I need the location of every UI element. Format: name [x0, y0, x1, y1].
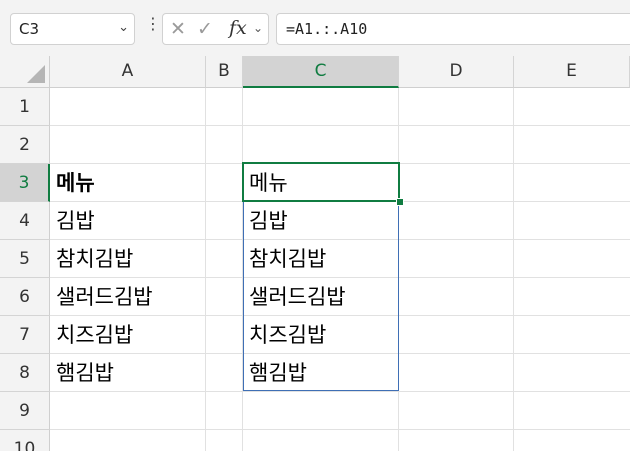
- spreadsheet-grid: A B C D E 1 2 3 4 5 6 7 8 9 10 메뉴 김밥 참치김…: [0, 56, 630, 451]
- chevron-down-icon[interactable]: ⌄: [118, 20, 129, 35]
- row-header-8[interactable]: 8: [0, 354, 50, 392]
- column-header-b[interactable]: B: [206, 56, 243, 88]
- fill-handle[interactable]: [396, 198, 404, 206]
- cell-a6[interactable]: 샐러드김밥: [56, 278, 153, 316]
- cancel-icon[interactable]: ✕: [170, 18, 186, 40]
- row-header-4[interactable]: 4: [0, 202, 50, 240]
- cell-a3[interactable]: 메뉴: [56, 164, 95, 202]
- row-header-7[interactable]: 7: [0, 316, 50, 354]
- gridline-row: [50, 125, 630, 126]
- row-header-3[interactable]: 3: [0, 164, 50, 202]
- gridline-column: [205, 88, 206, 451]
- column-header-d[interactable]: D: [399, 56, 514, 88]
- cell-a8[interactable]: 햄김밥: [56, 354, 114, 392]
- select-all-button[interactable]: [0, 56, 50, 88]
- chevron-down-icon[interactable]: ⌄: [253, 21, 263, 35]
- select-all-triangle-icon: [27, 65, 45, 83]
- gridline-row: [50, 429, 630, 430]
- more-options-icon[interactable]: ⋮: [145, 14, 161, 33]
- row-header-6[interactable]: 6: [0, 278, 50, 316]
- name-box[interactable]: C3 ⌄: [10, 13, 135, 45]
- formula-text: =A1.:.A10: [286, 20, 368, 38]
- gridline-row: [50, 391, 630, 392]
- row-header-5[interactable]: 5: [0, 240, 50, 278]
- name-box-value: C3: [19, 20, 40, 38]
- row-header-2[interactable]: 2: [0, 126, 50, 164]
- cell-a7[interactable]: 치즈김밥: [56, 316, 133, 354]
- active-cell-outline: [242, 162, 400, 202]
- row-header-9[interactable]: 9: [0, 392, 50, 430]
- formula-toolbar: C3 ⌄ ⋮ ✕ ✓ fx ⌄ =A1.:.A10: [0, 0, 630, 56]
- formula-input[interactable]: =A1.:.A10: [276, 13, 630, 45]
- row-header-10[interactable]: 10: [0, 430, 50, 451]
- check-icon[interactable]: ✓: [197, 18, 213, 40]
- cell-a4[interactable]: 김밥: [56, 202, 95, 240]
- insert-function-icon[interactable]: fx: [229, 17, 247, 39]
- column-header-a[interactable]: A: [50, 56, 206, 88]
- gridline-column: [513, 88, 514, 451]
- column-header-e[interactable]: E: [514, 56, 630, 88]
- column-header-c[interactable]: C: [243, 56, 399, 88]
- row-header-1[interactable]: 1: [0, 88, 50, 126]
- formula-actions: ✕ ✓ fx ⌄: [162, 13, 269, 45]
- cell-a5[interactable]: 참치김밥: [56, 240, 133, 278]
